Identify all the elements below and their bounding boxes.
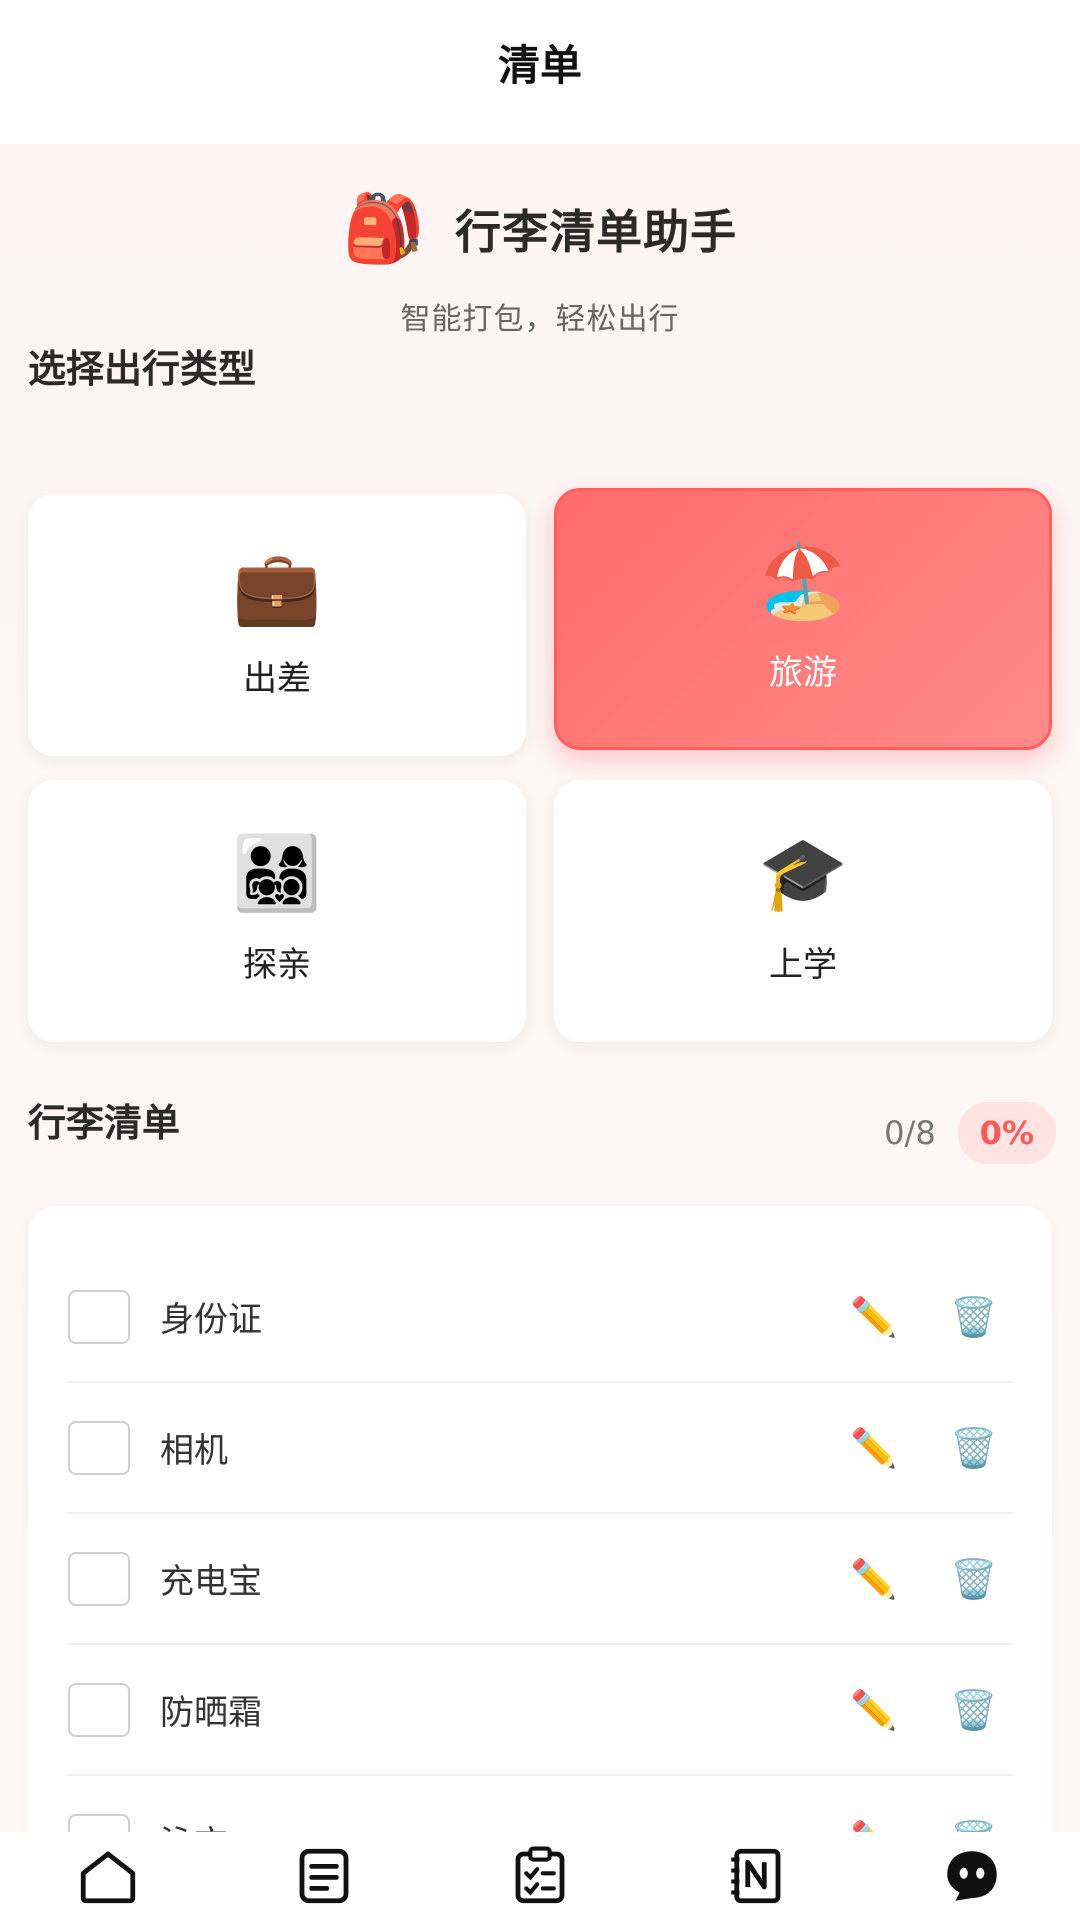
graduation-cap-icon: 🎓 (758, 830, 848, 915)
nav-home[interactable] (68, 1841, 148, 1911)
hero: 🎒 行李清单助手 (0, 196, 1080, 262)
backpack-icon: 🎒 (342, 190, 426, 267)
home-icon (80, 1851, 136, 1904)
item-name: 防晒霜 (160, 1693, 262, 1733)
checklist-icon (515, 1846, 565, 1904)
notebook-icon (731, 1848, 781, 1904)
top-bar: 清单 (0, 0, 1080, 144)
packed-count: 0/8 (884, 1114, 936, 1152)
pencil-icon[interactable]: ✏️ (844, 1298, 904, 1336)
main-content: 🎒 行李清单助手 智能打包，轻松出行 选择出行类型 💼 出差 🏖️ 旅游 👨‍👩… (0, 144, 1080, 1832)
trip-type-section-title: 选择出行类型 (28, 347, 257, 391)
trash-icon[interactable]: 🗑️ (944, 1691, 1004, 1729)
hero-title: 行李清单助手 (455, 205, 738, 259)
bottom-nav (0, 1832, 1080, 1920)
item-checkbox[interactable] (68, 1682, 130, 1737)
pencil-icon[interactable]: ✏️ (844, 1429, 904, 1467)
nav-checklist[interactable] (500, 1841, 580, 1911)
trash-icon[interactable]: 🗑️ (944, 1560, 1004, 1598)
progress-counter: 0/8 0% (884, 1102, 1056, 1164)
item-name: 泳衣 (160, 1816, 844, 1832)
trip-type-label: 探亲 (243, 944, 311, 985)
item-name: 充电宝 (160, 1562, 262, 1602)
beach-umbrella-icon: 🏖️ (758, 538, 848, 623)
page-title: 清单 (497, 40, 582, 90)
list-icon (299, 1848, 349, 1904)
nav-notebook[interactable] (716, 1841, 796, 1911)
trash-icon[interactable]: 🗑️ (944, 1822, 1004, 1833)
briefcase-icon: 💼 (232, 544, 322, 629)
luggage-section-title: 行李清单 (28, 1101, 181, 1145)
pencil-icon[interactable]: ✏️ (844, 1691, 904, 1729)
progress-percent-badge: 0% (957, 1102, 1056, 1164)
list-item: 泳衣 ✏️ 🗑️ (68, 1776, 1012, 1832)
trip-type-family-visit[interactable]: 👨‍👩‍👧‍👦 探亲 (28, 780, 526, 1042)
pencil-icon[interactable]: ✏️ (844, 1560, 904, 1598)
item-name: 身份证 (160, 1300, 262, 1340)
nav-list[interactable] (284, 1841, 364, 1911)
list-item: 防晒霜 ✏️ 🗑️ (68, 1645, 1012, 1776)
family-icon: 👨‍👩‍👧‍👦 (232, 830, 322, 915)
trip-type-label: 出差 (243, 658, 311, 699)
trip-type-label: 上学 (769, 944, 837, 985)
list-item: 充电宝 ✏️ 🗑️ (68, 1514, 1012, 1645)
item-checkbox[interactable] (68, 1289, 130, 1344)
profile-icon (947, 1851, 997, 1901)
luggage-list: 身份证 ✏️ 🗑️ 相机 ✏️ 🗑️ 充电宝 ✏️ 🗑️ 防晒霜 ✏️ 🗑️ 泳… (28, 1206, 1052, 1832)
nav-profile[interactable] (932, 1841, 1012, 1911)
list-item: 相机 ✏️ 🗑️ (68, 1383, 1012, 1514)
item-name: 相机 (160, 1431, 228, 1471)
trip-type-travel[interactable]: 🏖️ 旅游 (554, 488, 1052, 750)
trash-icon[interactable]: 🗑️ (944, 1298, 1004, 1336)
item-checkbox[interactable] (68, 1551, 130, 1606)
trash-icon[interactable]: 🗑️ (944, 1429, 1004, 1467)
list-item: 身份证 ✏️ 🗑️ (68, 1252, 1012, 1383)
trip-type-business[interactable]: 💼 出差 (28, 494, 526, 756)
item-checkbox[interactable] (68, 1813, 130, 1832)
item-checkbox[interactable] (68, 1420, 130, 1475)
pencil-icon[interactable]: ✏️ (844, 1822, 904, 1833)
trip-type-school[interactable]: 🎓 上学 (554, 780, 1052, 1042)
trip-type-label: 旅游 (769, 652, 837, 693)
hero-subtitle: 智能打包，轻松出行 (400, 302, 680, 337)
